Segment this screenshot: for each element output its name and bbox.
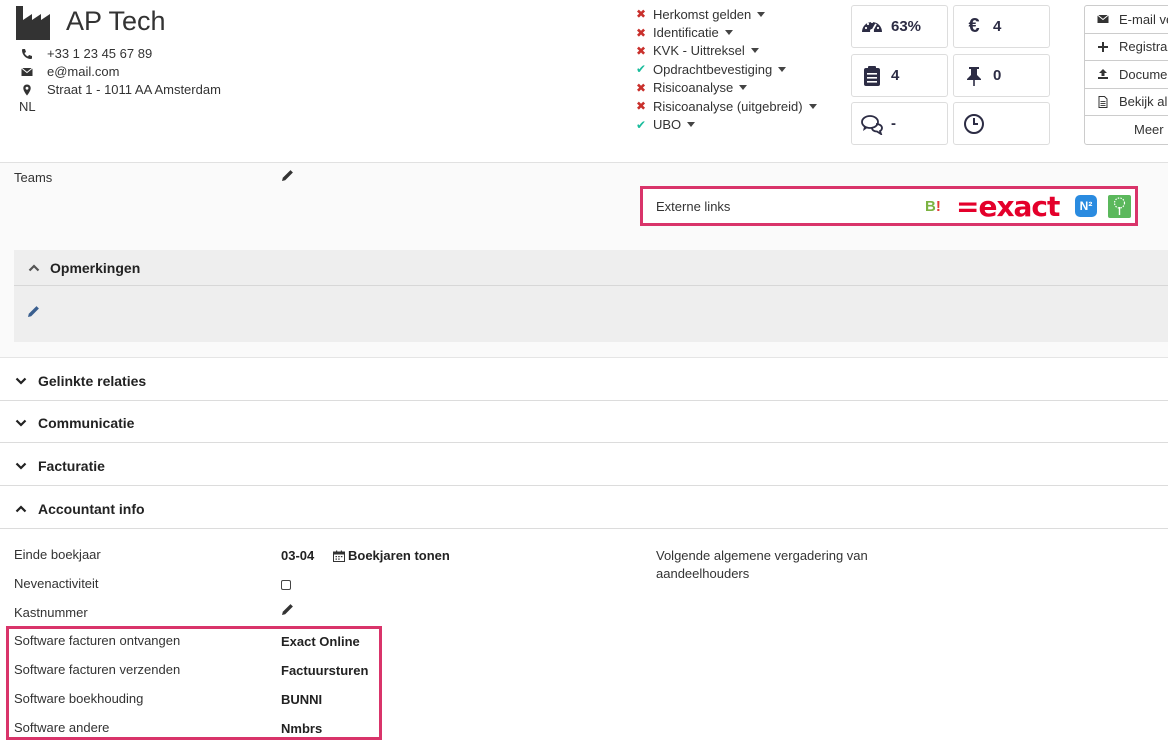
- cross-icon: ✖: [636, 43, 647, 58]
- check-item-ubo[interactable]: ✔ UBO: [636, 115, 817, 133]
- exact-logo[interactable]: =exact: [956, 190, 1060, 223]
- section-linked-relations[interactable]: Gelinkte relaties: [0, 361, 1168, 401]
- email-text[interactable]: e@mail.com: [47, 64, 119, 79]
- euro-stat[interactable]: € 4: [953, 5, 1050, 48]
- cash-number-label: Kastnummer: [14, 605, 88, 620]
- cross-icon: ✖: [636, 80, 647, 95]
- chevron-up-icon: [15, 505, 27, 513]
- thumbtack-icon: [963, 65, 985, 87]
- email-action-button[interactable]: E-mail ve: [1085, 6, 1168, 34]
- side-activity-checkbox[interactable]: [281, 580, 291, 590]
- section-billing[interactable]: Facturatie: [0, 447, 1168, 486]
- country-text: NL: [19, 99, 36, 114]
- cross-icon: ✖: [636, 25, 647, 40]
- check-item-identificatie[interactable]: ✖ Identificatie: [636, 23, 817, 41]
- chevron-down-icon: [15, 419, 27, 427]
- edit-teams-pencil-icon[interactable]: [281, 169, 294, 185]
- edit-remarks-pencil-icon[interactable]: [27, 305, 40, 321]
- check-item-opdrachtbevestiging[interactable]: ✔ Opdrachtbevestiging: [636, 60, 817, 78]
- caret-down-icon[interactable]: [778, 66, 787, 72]
- caret-down-icon[interactable]: [739, 85, 748, 91]
- chevron-down-icon: [15, 462, 27, 470]
- teams-label: Teams: [14, 170, 53, 185]
- clipboard-list-icon: [861, 65, 883, 87]
- file-text-icon: [1097, 95, 1109, 108]
- check-item-risicoanalyse-uitgebreid[interactable]: ✖ Risicoanalyse (uitgebreid): [636, 97, 817, 115]
- plus-icon: [1097, 41, 1109, 53]
- tree-app-logo[interactable]: [1108, 195, 1131, 218]
- caret-down-icon[interactable]: [757, 11, 766, 17]
- comments-icon: [861, 113, 883, 135]
- caret-down-icon[interactable]: [808, 103, 817, 109]
- chevron-down-icon: [15, 377, 27, 385]
- next-meeting-label: Volgende algemene vergadering van aandee…: [656, 548, 868, 581]
- remarks-panel: Opmerkingen: [14, 250, 1168, 342]
- section-communication[interactable]: Communicatie: [0, 404, 1168, 443]
- time-stat[interactable]: [953, 102, 1050, 145]
- factory-icon: [16, 6, 52, 40]
- clock-icon: [963, 113, 985, 135]
- more-button[interactable]: Meer: [1085, 116, 1168, 143]
- check-icon: ✔: [636, 62, 647, 77]
- software-highlight-box: [6, 626, 382, 740]
- cross-icon: ✖: [636, 99, 647, 114]
- side-activity-label: Nevenactiviteit: [14, 576, 99, 591]
- fiscal-year-label: Einde boekjaar: [14, 547, 101, 562]
- compliance-checklist: ✖ Herkomst gelden ✖ Identificatie ✖ KVK - U…: [636, 5, 817, 134]
- register-action-button[interactable]: Registra: [1085, 34, 1168, 61]
- phone-icon: [20, 48, 34, 60]
- pins-stat[interactable]: 0: [953, 54, 1050, 97]
- address-row: Straat 1 - 1011 AA Amsterdam: [20, 82, 221, 97]
- edit-cash-number-pencil-icon[interactable]: [281, 603, 294, 619]
- tasks-stat[interactable]: 4: [851, 54, 948, 97]
- view-all-action-button[interactable]: Bekijk al: [1085, 89, 1168, 116]
- chevron-up-icon: [28, 263, 40, 271]
- external-links-label: Externe links: [656, 199, 731, 214]
- documents-action-button[interactable]: Docume: [1085, 61, 1168, 89]
- envelope-icon: [1097, 13, 1109, 25]
- email-row: e@mail.com: [20, 64, 119, 79]
- caret-down-icon[interactable]: [750, 48, 759, 54]
- n-app-logo[interactable]: N²: [1075, 195, 1097, 217]
- check-icon: ✔: [636, 117, 647, 132]
- progress-stat[interactable]: 63%: [851, 5, 948, 48]
- euro-icon: €: [968, 15, 980, 37]
- section-accountant-info[interactable]: Accountant info: [0, 490, 1168, 529]
- phone-text: +33 1 23 45 67 89: [47, 46, 153, 61]
- check-item-herkomst[interactable]: ✖ Herkomst gelden: [636, 5, 817, 23]
- dashboard-gauge-icon: [861, 16, 883, 38]
- check-item-risicoanalyse[interactable]: ✖ Risicoanalyse: [636, 79, 817, 97]
- remarks-header[interactable]: Opmerkingen: [14, 250, 1168, 286]
- caret-down-icon[interactable]: [724, 30, 733, 36]
- check-item-kvk[interactable]: ✖ KVK - Uittreksel: [636, 42, 817, 60]
- actions-panel: E-mail ve Registra Docume Bekijk al Meer: [1084, 5, 1168, 145]
- fiscal-year-value: 03-04: [281, 548, 315, 563]
- comments-stat[interactable]: -: [851, 102, 948, 145]
- caret-down-icon[interactable]: [687, 122, 696, 128]
- upload-icon: [1097, 68, 1109, 80]
- company-name: AP Tech: [66, 6, 166, 36]
- calendar-icon: [333, 550, 345, 562]
- envelope-icon: [20, 66, 34, 78]
- map-marker-icon: [20, 84, 34, 96]
- external-links-box: Externe links B! =exact N²: [640, 186, 1138, 226]
- show-fiscal-years-link[interactable]: Boekjaren tonen: [333, 548, 450, 563]
- phone-row: +33 1 23 45 67 89: [20, 46, 152, 61]
- bl-logo[interactable]: B!: [925, 198, 941, 215]
- address-text: Straat 1 - 1011 AA Amsterdam: [47, 82, 221, 97]
- cross-icon: ✖: [636, 7, 647, 22]
- section-divider: [0, 357, 1168, 358]
